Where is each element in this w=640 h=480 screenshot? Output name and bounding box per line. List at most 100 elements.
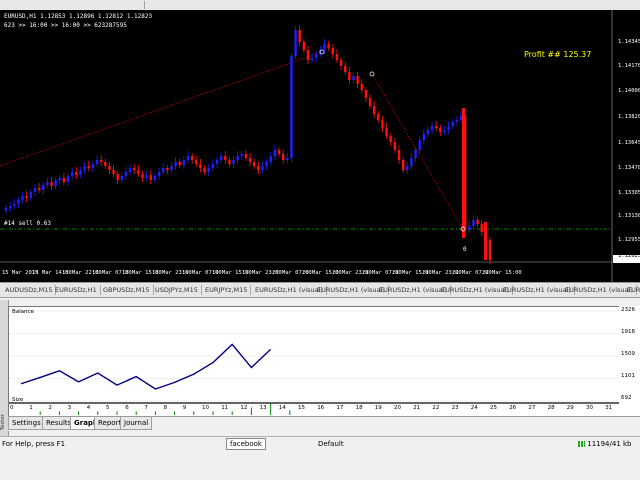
candle-body xyxy=(286,158,289,160)
price-axis-label: 1.14170 xyxy=(618,63,640,69)
price-axis-label: 1.13645 xyxy=(618,140,640,146)
candle-body xyxy=(306,50,310,60)
candle-body xyxy=(348,72,351,80)
balance-axis-label: 692 xyxy=(621,395,632,401)
graph-x-label: 27 xyxy=(528,405,536,411)
candle-body xyxy=(381,120,384,128)
graph-x-label: 21 xyxy=(413,405,421,411)
candle-body xyxy=(182,160,186,165)
balance-axis-label: 1509 xyxy=(621,351,635,357)
candle-body xyxy=(211,164,215,168)
graph-x-label: 0 xyxy=(10,405,14,411)
candle-body xyxy=(335,54,339,60)
candle-body xyxy=(273,150,277,156)
candle-body xyxy=(174,162,177,166)
candle-body xyxy=(468,226,471,230)
candle-body xyxy=(120,176,124,180)
candle-body xyxy=(62,178,66,182)
graph-x-label: 24 xyxy=(470,405,478,411)
candle-body xyxy=(108,166,111,170)
graph-x-label: 6 xyxy=(125,405,129,411)
price-axis-label: 1.13305 xyxy=(618,190,640,196)
candle-body xyxy=(455,120,459,122)
candle-body xyxy=(377,114,380,120)
graph-x-label: 31 xyxy=(605,405,613,411)
candle-body xyxy=(257,166,260,170)
candle-body xyxy=(149,175,152,180)
order-label: #14 sell 0.63 xyxy=(4,220,51,227)
candle-body xyxy=(232,160,235,164)
graph-x-label: 29 xyxy=(566,405,574,411)
tester-tab-journal[interactable]: Journal xyxy=(120,417,153,430)
status-bar: For Help, press F1 facebook Default 1119… xyxy=(0,436,640,453)
candle-body xyxy=(298,30,301,42)
candle-body xyxy=(116,174,119,180)
candle-body xyxy=(248,158,252,162)
graph-x-label: 14 xyxy=(278,405,286,411)
candle-body xyxy=(178,162,181,165)
candle-body xyxy=(265,162,268,166)
candle-body xyxy=(323,44,326,50)
candle-body xyxy=(203,168,206,172)
chart-ea-header: 623 >> 16:00 >> 16:00 >> 623287595 xyxy=(4,22,127,29)
tester-tabs: Settings Results Graph Report Journal xyxy=(8,416,640,431)
profit-label: Profit ## 125.37 xyxy=(524,50,592,59)
candle-body xyxy=(166,168,169,170)
candle-body xyxy=(443,130,446,132)
price-axis-label: 1.12955 xyxy=(618,237,640,243)
candle-body xyxy=(447,126,450,130)
candle-body xyxy=(153,176,157,180)
candle-body xyxy=(13,204,16,206)
price-axis-label: 1.14345 xyxy=(618,39,640,45)
candle-body xyxy=(277,150,281,154)
candle-body xyxy=(302,42,306,50)
chart-tab[interactable]: EURUSDz,H1 xyxy=(52,285,101,295)
candle-body xyxy=(4,208,8,211)
candle-body xyxy=(244,154,248,158)
candle-body xyxy=(451,122,454,126)
candle-body xyxy=(459,116,463,120)
candle-body xyxy=(472,220,475,226)
facebook-button[interactable]: facebook xyxy=(226,438,266,450)
balance-graph: Balance Size xyxy=(8,306,620,418)
candle-body xyxy=(75,172,78,175)
chart-tab[interactable]: EURJPYz,M15 xyxy=(202,285,252,295)
balance-graph-canvas xyxy=(9,310,619,415)
candle-body-last xyxy=(484,222,487,260)
candle-body xyxy=(95,160,99,164)
candle-body xyxy=(228,160,231,164)
candle-body xyxy=(339,60,343,66)
candle-body xyxy=(439,128,442,132)
chart-tab[interactable]: AUDUSDz,M15 xyxy=(2,285,57,295)
graph-x-label: 2 xyxy=(48,405,52,411)
candle-body-drop xyxy=(462,108,465,238)
candle-body xyxy=(401,160,405,170)
candle-body xyxy=(199,164,202,168)
toolbar-separator xyxy=(144,1,147,9)
candle-body xyxy=(66,176,70,182)
window-bottom xyxy=(0,452,640,480)
graph-x-label: 23 xyxy=(451,405,459,411)
graph-x-label: 11 xyxy=(221,405,229,411)
candle-body xyxy=(406,166,409,170)
graph-x-label: 25 xyxy=(490,405,497,411)
tester-tab-settings[interactable]: Settings xyxy=(8,417,45,430)
balance-axis-label: 1101 xyxy=(621,373,635,379)
chart-tab[interactable]: GBPUSDz,M15 xyxy=(100,285,154,295)
candle-body xyxy=(91,164,95,168)
graph-x-label: 18 xyxy=(355,405,363,411)
status-help-text: For Help, press F1 xyxy=(2,440,66,448)
candle-body xyxy=(207,168,210,172)
candle-body xyxy=(356,76,359,84)
candle-body xyxy=(294,30,297,56)
candle-body xyxy=(8,206,12,208)
chart-tab[interactable]: USDJPYz,M15 xyxy=(152,285,202,295)
candle-body xyxy=(372,106,376,114)
balance-axis: 2326 1918 1509 1101 692 xyxy=(619,306,640,416)
candle-body xyxy=(360,84,363,90)
price-axis-label: 1.13820 xyxy=(618,114,640,120)
price-chart[interactable]: EURUSD,H1 1.12853 1.12896 1.12812 1.1282… xyxy=(0,10,640,282)
candle-body xyxy=(414,150,417,158)
chart-tab[interactable]: EURUSDz,H1 (visual) xyxy=(624,285,640,295)
candle-body xyxy=(236,156,239,160)
